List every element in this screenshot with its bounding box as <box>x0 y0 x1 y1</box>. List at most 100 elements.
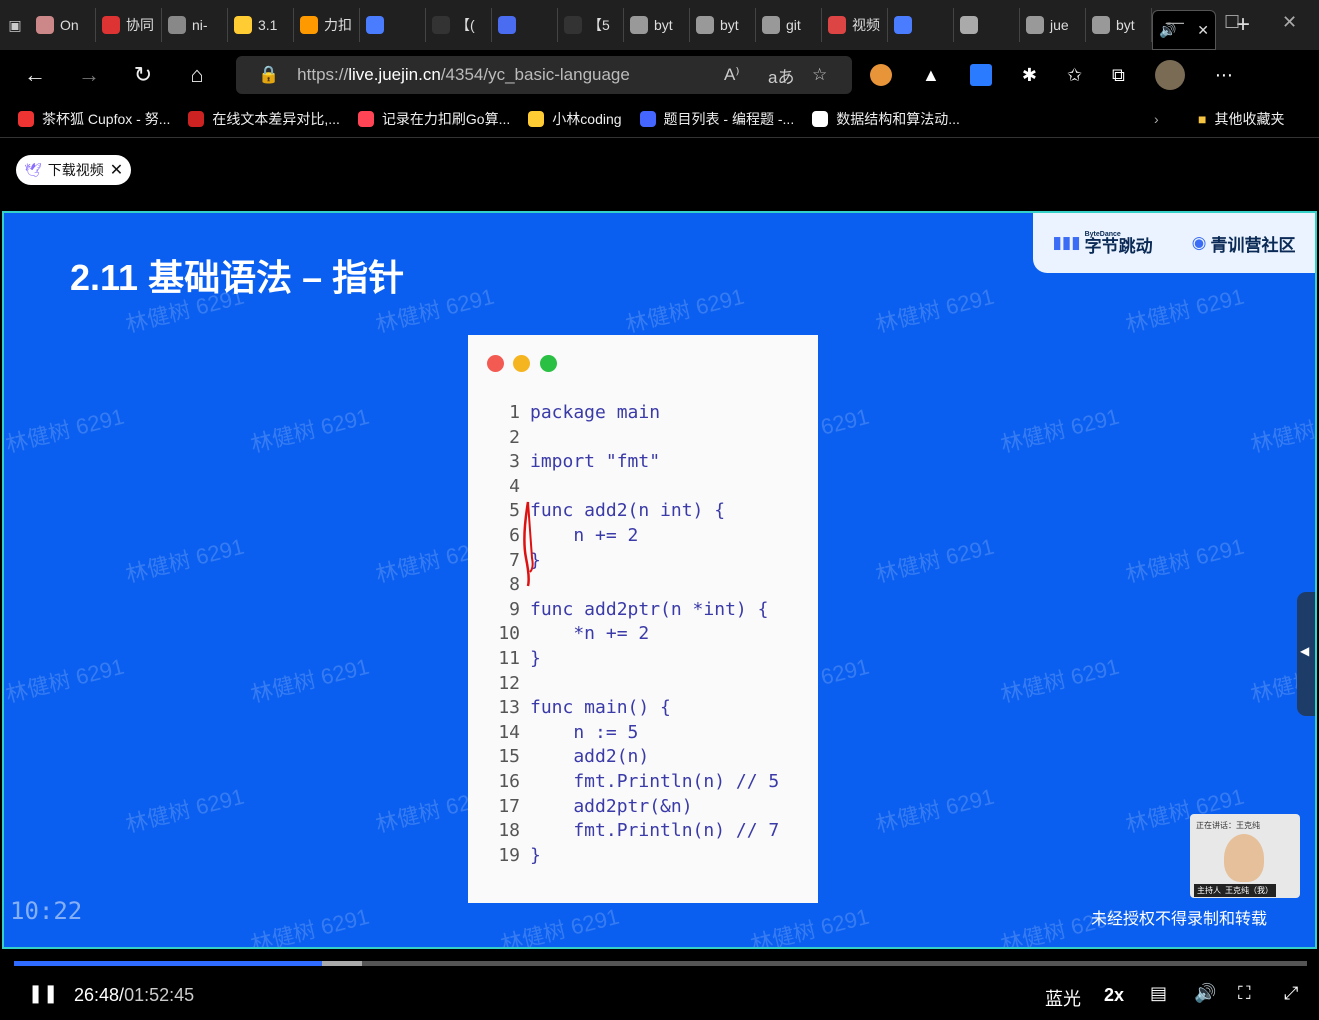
tab-3[interactable]: 3.1 <box>228 8 294 42</box>
line-number: 10 <box>498 623 520 645</box>
tab-16[interactable]: byt <box>1086 8 1152 42</box>
clock: 10:22 <box>10 897 83 925</box>
line-number: 7 <box>509 549 520 571</box>
tab-actions-icon[interactable]: ▣ <box>0 8 30 42</box>
code-text: fmt.Println(n) // 5 <box>530 770 780 792</box>
tab-label: git <box>786 17 801 33</box>
tab-2[interactable]: ni- <box>162 8 228 42</box>
tab-9[interactable]: byt <box>624 8 690 42</box>
camp-icon: ◉ <box>1191 233 1207 252</box>
other-bookmarks[interactable]: ■ 其他收藏夹 <box>1198 109 1284 129</box>
tab-1[interactable]: 协同 <box>96 8 162 42</box>
code-text: n := 5 <box>530 721 639 743</box>
watermark: 林健树 6291 <box>1248 404 1317 458</box>
forward-icon[interactable]: → <box>62 55 116 95</box>
favorites-icon[interactable]: ✩ <box>1067 65 1082 86</box>
bookmark-4[interactable]: 题目列表 - 编程题 -... <box>639 109 794 129</box>
home-icon[interactable]: ⌂ <box>170 55 224 95</box>
red-dot <box>487 355 504 372</box>
extensions-icon[interactable]: ✱ <box>1022 65 1037 86</box>
tab-15[interactable]: jue <box>1020 8 1086 42</box>
read-aloud-icon[interactable]: A⁾ <box>724 65 740 85</box>
close-window-button[interactable]: ✕ <box>1282 12 1297 33</box>
maximize-button[interactable]: ☐ <box>1224 12 1240 33</box>
bookmark-3[interactable]: 小林coding <box>528 109 622 129</box>
line-number: 19 <box>498 844 520 866</box>
bookmark-0[interactable]: 茶杯狐 Cupfox - 努... <box>18 109 170 129</box>
host-label: 主持人 <box>1197 886 1221 895</box>
refresh-icon[interactable]: ↻ <box>116 55 170 95</box>
code-text: func add2(n int) { <box>530 500 726 522</box>
back-icon[interactable]: ← <box>8 55 62 95</box>
profile-avatar[interactable] <box>1154 60 1185 90</box>
tab-4[interactable]: 力扣 <box>294 8 360 42</box>
translate-icon[interactable]: aあ <box>768 63 794 88</box>
tab-7[interactable] <box>492 8 558 42</box>
extension-mountain-icon[interactable]: ▲ <box>922 65 940 86</box>
address-bar[interactable]: 🔒 https://live.juejin.cn/4354/yc_basic-l… <box>236 56 852 94</box>
line-number: 17 <box>498 795 520 817</box>
pause-icon[interactable]: ❚❚ <box>28 983 58 1004</box>
bookmark-5[interactable]: 数据结构和算法动... <box>812 109 960 129</box>
tab-active[interactable]: 🔊 ✕ <box>1152 10 1216 50</box>
extension-blue-icon[interactable] <box>969 64 992 86</box>
bookmark-list: 茶杯狐 Cupfox - 努... 在线文本差异对比,... 记录在力扣刷Go算..… <box>0 109 960 129</box>
tab-label: byt <box>1116 17 1135 33</box>
download-label: 下载视频 <box>47 162 104 178</box>
tab-label: 视频 <box>852 17 880 33</box>
fit-screen-icon[interactable]: ⛶ <box>1238 983 1251 1004</box>
collections-icon[interactable]: ⧉ <box>1112 65 1125 86</box>
tab-13[interactable] <box>888 8 954 42</box>
code-text: package main <box>530 402 661 423</box>
bookmark-2[interactable]: 记录在力扣刷Go算... <box>357 109 510 129</box>
watermark: 林健树 6291 <box>873 533 997 588</box>
volume-icon[interactable]: 🔊 <box>1194 983 1216 1004</box>
time-display: 26:48/01:52:45 <box>74 985 194 1006</box>
speed-button[interactable]: 2x <box>1104 985 1124 1006</box>
close-icon[interactable]: ✕ <box>110 160 123 180</box>
watermark: 林健树 6291 <box>998 403 1122 458</box>
line-number: 3 <box>509 451 520 473</box>
side-panel-toggle[interactable]: ◀ <box>1297 592 1315 716</box>
subtitles-icon[interactable]: ▤ <box>1150 983 1167 1004</box>
tab-favicon-icon <box>1026 16 1044 34</box>
tab-favicon-icon <box>102 16 120 34</box>
speaker-camera[interactable]: 正在讲话：王克纯 主持人 王克纯（我） <box>1190 814 1300 898</box>
tab-label: jue <box>1050 17 1069 33</box>
bookmarks-more-icon[interactable]: › <box>1154 111 1159 127</box>
speaker-face <box>1224 834 1264 882</box>
line-number: 2 <box>509 426 520 448</box>
tab-favicon-icon <box>432 16 450 34</box>
host-name: 王克纯（我） <box>1225 886 1273 895</box>
minimize-button[interactable]: — <box>1166 12 1184 33</box>
bookmark-favicon-icon <box>188 110 205 127</box>
line-number: 9 <box>509 598 520 620</box>
tab-12[interactable]: 视频 <box>822 8 888 42</box>
tab-6[interactable]: 【( <box>426 8 492 42</box>
tab-label: 【5 <box>588 17 610 33</box>
more-icon[interactable]: ⋯ <box>1215 65 1233 86</box>
favorite-add-icon[interactable]: ☆ <box>812 65 827 85</box>
tab-11[interactable]: git <box>756 8 822 42</box>
progress-bar[interactable] <box>14 961 1307 966</box>
code-line: 12 <box>498 672 779 697</box>
tab-8[interactable]: 【5 <box>558 8 624 42</box>
watermark: 林健树 6291 <box>998 653 1122 708</box>
tab-10[interactable]: byt <box>690 8 756 42</box>
watermark: 林健树 6291 <box>3 653 127 708</box>
line-number: 11 <box>498 647 520 669</box>
quality-button[interactable]: 蓝光 <box>1045 985 1081 1011</box>
tab-14[interactable] <box>954 8 1020 42</box>
tab-0[interactable]: On <box>30 8 96 42</box>
extensions-area: ▲ ✱ ✩ ⧉ ⋯ <box>870 60 1233 90</box>
tab-5[interactable] <box>360 8 426 42</box>
extension-orange-icon[interactable] <box>870 64 892 86</box>
video-player[interactable]: 林健树 6291 林健树 6291 林健树 6291 林健树 6291 林健树 6291… <box>2 211 1317 949</box>
watermark: 林健树 6291 <box>498 903 622 949</box>
download-video-button[interactable]: 🕊 下载视频 ✕ <box>16 155 132 185</box>
fullscreen-icon[interactable]: ⤢ <box>1284 983 1298 1004</box>
close-tab-icon[interactable]: ✕ <box>1197 22 1209 39</box>
line-number: 1 <box>509 402 520 423</box>
watermark: 林健树 6291 <box>873 283 997 338</box>
bookmark-1[interactable]: 在线文本差异对比,... <box>188 109 340 129</box>
